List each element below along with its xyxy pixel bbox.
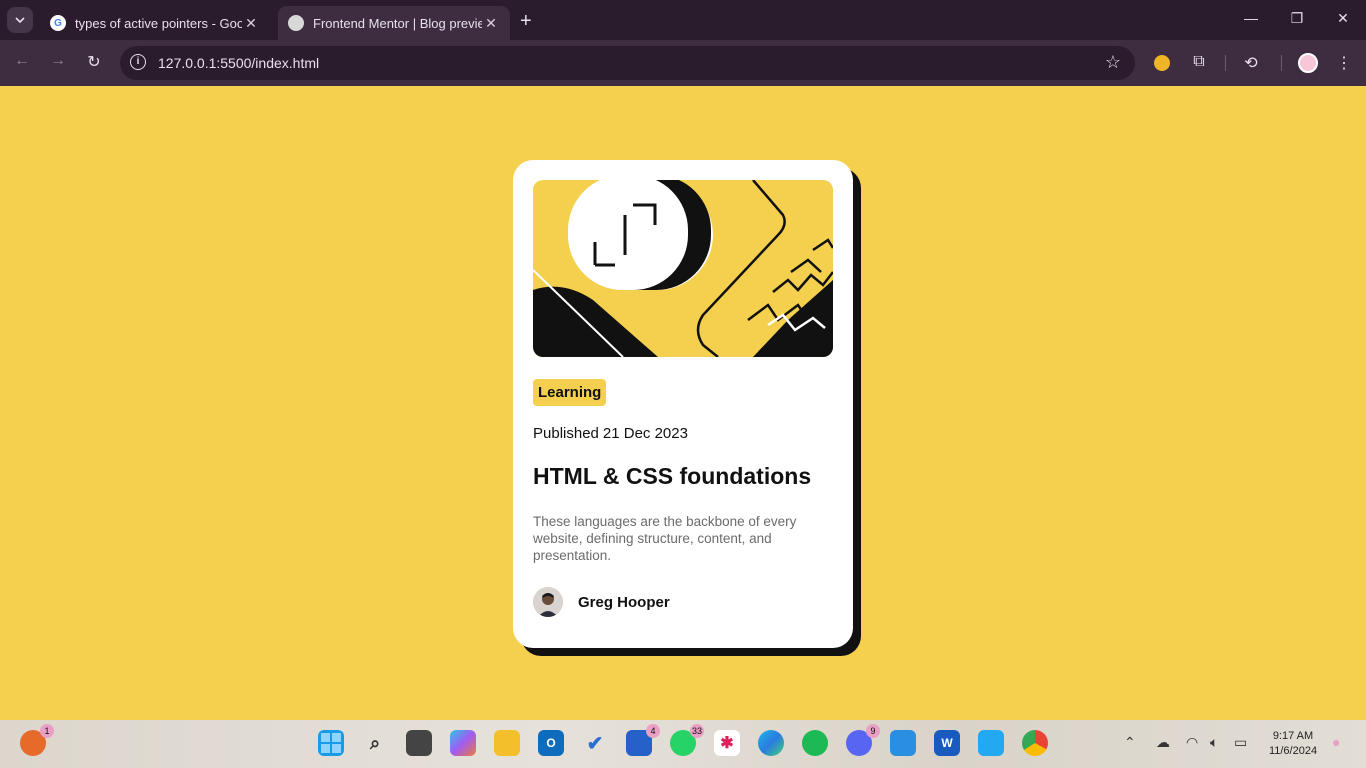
author-info: Greg Hooper [533,587,670,617]
close-window-button[interactable]: ✕ [1333,10,1353,27]
firefox-badge: 1 [40,724,54,738]
blog-preview-card: Learning Published 21 Dec 2023 HTML & CSS… [513,160,853,648]
vscode-icon[interactable] [978,730,1004,756]
minimize-button[interactable]: — [1241,10,1261,26]
photos-icon[interactable] [890,730,916,756]
profile-avatar[interactable] [1298,53,1318,73]
author-name: Greg Hooper [578,593,670,611]
firefox-icon[interactable]: 1 [20,724,54,756]
published-value: 21 Dec 2023 [602,425,688,442]
windows-taskbar: 1 ⌕ O ✔ 4 33 ✱ 9 W ⌃ ☁ ◠ 🔈︎ ▭ 9:17 AM 11… [0,720,1366,768]
new-tab-button[interactable]: + [520,10,532,33]
history-icon[interactable]: ⟲ [1240,53,1262,73]
category-tag: Learning [533,379,607,406]
slack-icon[interactable]: ✱ [714,730,740,756]
edge-icon[interactable] [758,730,784,756]
forward-button[interactable]: → [47,52,69,70]
clock-time: 9:17 AM [1272,730,1314,742]
volume-icon[interactable]: 🔈︎ [1210,734,1218,751]
back-button[interactable]: ← [11,52,33,70]
published-date: Published 21 Dec 2023 [533,425,692,442]
url-text[interactable]: 127.0.0.1:5500/index.html [158,55,319,71]
close-tab-icon[interactable]: ✕ [482,15,500,32]
task-view-icon[interactable] [406,730,432,756]
author-photo [533,587,563,617]
clock-date: 11/6/2024 [1268,745,1318,757]
start-button-icon[interactable] [318,730,344,756]
copilot-icon[interactable] [450,730,476,756]
browser-tab-bar: G types of active pointers - Googl ✕ Fro… [0,0,1366,40]
browser-toolbar: ← → ↻ i 127.0.0.1:5500/index.html ☆ ⧉ ⟲ … [0,40,1366,86]
search-icon[interactable]: ⌕ [362,730,388,756]
tab-title: Frontend Mentor | Blog preview [313,15,482,31]
frontend-mentor-icon [288,15,304,31]
onedrive-offline-icon[interactable]: ☁ [1156,734,1170,751]
page-viewport: Learning Published 21 Dec 2023 HTML & CSS… [0,86,1366,720]
toolbar-divider [1225,55,1226,71]
tab-google-search[interactable]: G types of active pointers - Googl ✕ [40,6,270,40]
address-bar[interactable]: i 127.0.0.1:5500/index.html ☆ [120,46,1135,80]
chevron-down-icon [15,17,25,24]
bookmark-star-icon[interactable]: ☆ [1105,52,1121,73]
card-description: These languages are the backbone of ever… [533,514,797,563]
tab-search-button[interactable] [7,7,33,33]
notification-icon[interactable]: ● [1332,734,1340,750]
tab-frontend-mentor[interactable]: Frontend Mentor | Blog preview ✕ [278,6,510,40]
close-tab-icon[interactable]: ✕ [242,15,260,32]
whatsapp-badge: 33 [689,724,704,738]
chrome-icon[interactable] [1022,730,1048,756]
blog-illustration [533,180,833,357]
google-icon: G [50,15,66,31]
extensions-puzzle-icon[interactable]: ⧉ [1188,53,1210,71]
file-explorer-icon[interactable] [494,730,520,756]
wifi-icon[interactable]: ◠ [1186,734,1198,751]
whatsapp-icon[interactable]: 33 [670,724,704,756]
spotify-icon[interactable] [802,730,828,756]
published-label: Published [533,425,599,442]
todo-icon[interactable]: ✔ [582,730,608,756]
teams-badge: 4 [646,724,660,738]
author-avatar [533,587,563,617]
extension-coin-icon[interactable] [1154,55,1170,71]
teams-icon[interactable]: 4 [626,724,660,756]
toolbar-divider [1281,55,1282,71]
show-hidden-icons-chevron-icon[interactable]: ⌃ [1124,734,1136,751]
word-icon[interactable]: W [934,730,960,756]
site-info-icon[interactable]: i [130,54,146,70]
restore-button[interactable]: ❐ [1287,10,1307,27]
card-title[interactable]: HTML & CSS foundations [533,463,811,490]
menu-kebab-icon[interactable]: ⋮ [1333,53,1355,73]
battery-icon[interactable]: ▭ [1234,734,1247,751]
windows-logo-icon [321,733,341,753]
outlook-icon[interactable]: O [538,730,564,756]
discord-icon[interactable]: 9 [846,724,880,756]
discord-badge: 9 [866,724,880,738]
system-clock[interactable]: 9:17 AM 11/6/2024 [1260,729,1326,759]
reload-button[interactable]: ↻ [83,52,105,72]
tab-title: types of active pointers - Googl [75,15,242,31]
